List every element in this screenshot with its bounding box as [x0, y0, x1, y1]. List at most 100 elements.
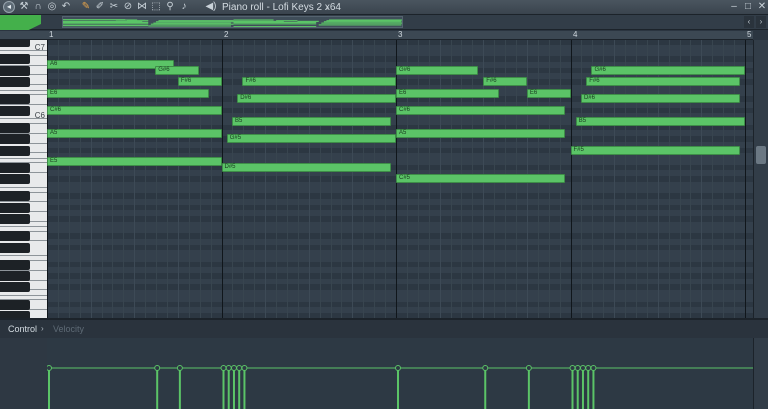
note[interactable]: G#5 [226, 134, 396, 144]
control-arrow-icon[interactable]: › [41, 324, 44, 333]
note[interactable]: B5 [231, 117, 391, 127]
piano-keyboard[interactable]: C7 C6 [0, 40, 47, 318]
vertical-scrollbar[interactable] [753, 40, 768, 318]
note[interactable]: F#6 [242, 77, 396, 87]
note-label: D#6 [240, 95, 252, 102]
timeline-ruler[interactable]: 1 2 3 4 5 [47, 30, 753, 40]
zoom-icon[interactable]: ⚲ [164, 1, 176, 13]
note-grid[interactable]: A6 G#6 F#6 E6 C#6 A5 E5 F#6 D#6 B5 G#5 D#5 G#6 F#6 E6 E… [47, 40, 753, 318]
note[interactable]: F#5 [570, 145, 740, 155]
note-label: E6 [529, 89, 538, 96]
note[interactable]: G#6 [396, 65, 478, 75]
pencil-icon[interactable]: ✎ [80, 1, 92, 13]
note-label: C#6 [399, 106, 411, 113]
delete-icon[interactable]: ✂ [108, 1, 120, 13]
black-key[interactable] [0, 54, 30, 65]
black-key[interactable] [0, 242, 30, 253]
note[interactable]: E5 [47, 157, 222, 166]
black-key[interactable] [0, 134, 30, 145]
undo-icon[interactable]: ↶ [60, 1, 72, 13]
snap-icon[interactable]: ◎ [46, 1, 58, 13]
black-key[interactable] [0, 299, 30, 310]
select-icon[interactable]: ⬚ [150, 1, 162, 13]
mute-icon[interactable]: ⊘ [122, 1, 134, 13]
control-scrollbar[interactable] [753, 338, 768, 409]
slice-icon[interactable]: ⋈ [136, 1, 148, 13]
note[interactable]: F#6 [177, 77, 222, 87]
note-label: D#5 [224, 163, 236, 170]
note[interactable]: D#6 [580, 94, 740, 104]
overview-note [233, 20, 284, 22]
velocity-label[interactable]: Velocity [53, 324, 84, 334]
note[interactable]: A5 [47, 128, 222, 138]
note-label: F#5 [573, 146, 584, 153]
overview-note [326, 20, 402, 22]
tool-corner[interactable] [0, 15, 41, 30]
black-key[interactable] [0, 282, 30, 293]
control-label[interactable]: Control [8, 324, 37, 334]
note-label: F#6 [589, 78, 600, 85]
velocity-handle [154, 365, 161, 371]
note[interactable]: F#6 [483, 77, 527, 87]
note[interactable]: E6 [396, 88, 499, 98]
black-key[interactable] [0, 202, 30, 213]
black-key[interactable] [0, 271, 30, 281]
note[interactable]: D#6 [237, 94, 396, 104]
piano-roll-toolbar: ◂ ⚒ ∩ ◎ ↶ ✎ ✐ ✂ ⊘ ⋈ ⬚ ⚲ ♪ ◀) Piano roll … [0, 0, 768, 15]
step-line [145, 40, 146, 318]
note[interactable]: C#5 [396, 174, 566, 184]
black-key[interactable] [0, 40, 30, 48]
note[interactable]: E6 [526, 88, 571, 98]
black-key[interactable] [0, 214, 30, 224]
scroll-thumb[interactable] [756, 146, 766, 164]
black-key[interactable] [0, 122, 30, 133]
note-label: E5 [50, 158, 58, 164]
black-key[interactable] [0, 259, 30, 270]
step-line [69, 40, 70, 318]
overview-note [63, 21, 149, 24]
menu-icon[interactable]: ◂ [3, 1, 15, 13]
overview-window[interactable] [62, 16, 403, 28]
black-key[interactable] [0, 162, 30, 173]
close-icon[interactable]: ✕ [756, 1, 768, 13]
black-key[interactable] [0, 191, 30, 202]
speaker-icon[interactable]: ◀) [205, 1, 217, 13]
minimize-icon[interactable]: – [728, 1, 740, 13]
note[interactable]: D#5 [221, 162, 391, 172]
black-key[interactable] [0, 174, 30, 185]
black-key[interactable] [0, 310, 30, 318]
note[interactable]: A5 [396, 128, 566, 138]
note[interactable]: B5 [575, 117, 745, 127]
velocity-lane[interactable] [47, 338, 753, 409]
black-key[interactable] [0, 77, 30, 88]
brush-icon[interactable]: ✐ [94, 1, 106, 13]
note[interactable]: C#6 [396, 105, 566, 115]
black-key[interactable] [0, 94, 30, 105]
note[interactable]: E6 [47, 88, 210, 98]
black-key[interactable] [0, 65, 30, 76]
pattern-overview[interactable]: ‹ › [0, 15, 768, 30]
scroll-right-icon[interactable]: › [756, 16, 766, 28]
black-key[interactable] [0, 105, 30, 116]
note[interactable]: F#6 [586, 77, 740, 87]
note[interactable]: C#6 [47, 105, 222, 115]
bar-number: 4 [573, 30, 578, 39]
maximize-icon[interactable]: □ [742, 1, 754, 13]
overview-note [233, 26, 317, 27]
black-key[interactable] [0, 145, 30, 156]
magnet-icon[interactable]: ∩ [32, 1, 44, 13]
note[interactable]: G#6 [155, 65, 199, 75]
black-key[interactable] [0, 231, 30, 242]
playback-icon[interactable]: ♪ [178, 1, 190, 13]
note[interactable]: G#6 [591, 65, 745, 75]
note-label: C#5 [399, 175, 411, 182]
wrench-icon[interactable]: ⚒ [18, 1, 30, 13]
step-line [102, 40, 103, 318]
window-title[interactable]: Piano roll - Lofi Keys 2 x64 [222, 1, 341, 14]
white-key-divider [0, 89, 47, 91]
scroll-left-icon[interactable]: ‹ [744, 16, 754, 28]
velocity-handle [590, 365, 597, 371]
overview-note [233, 21, 317, 24]
white-key-divider [0, 294, 47, 296]
title-arrow[interactable]: › [326, 1, 329, 14]
